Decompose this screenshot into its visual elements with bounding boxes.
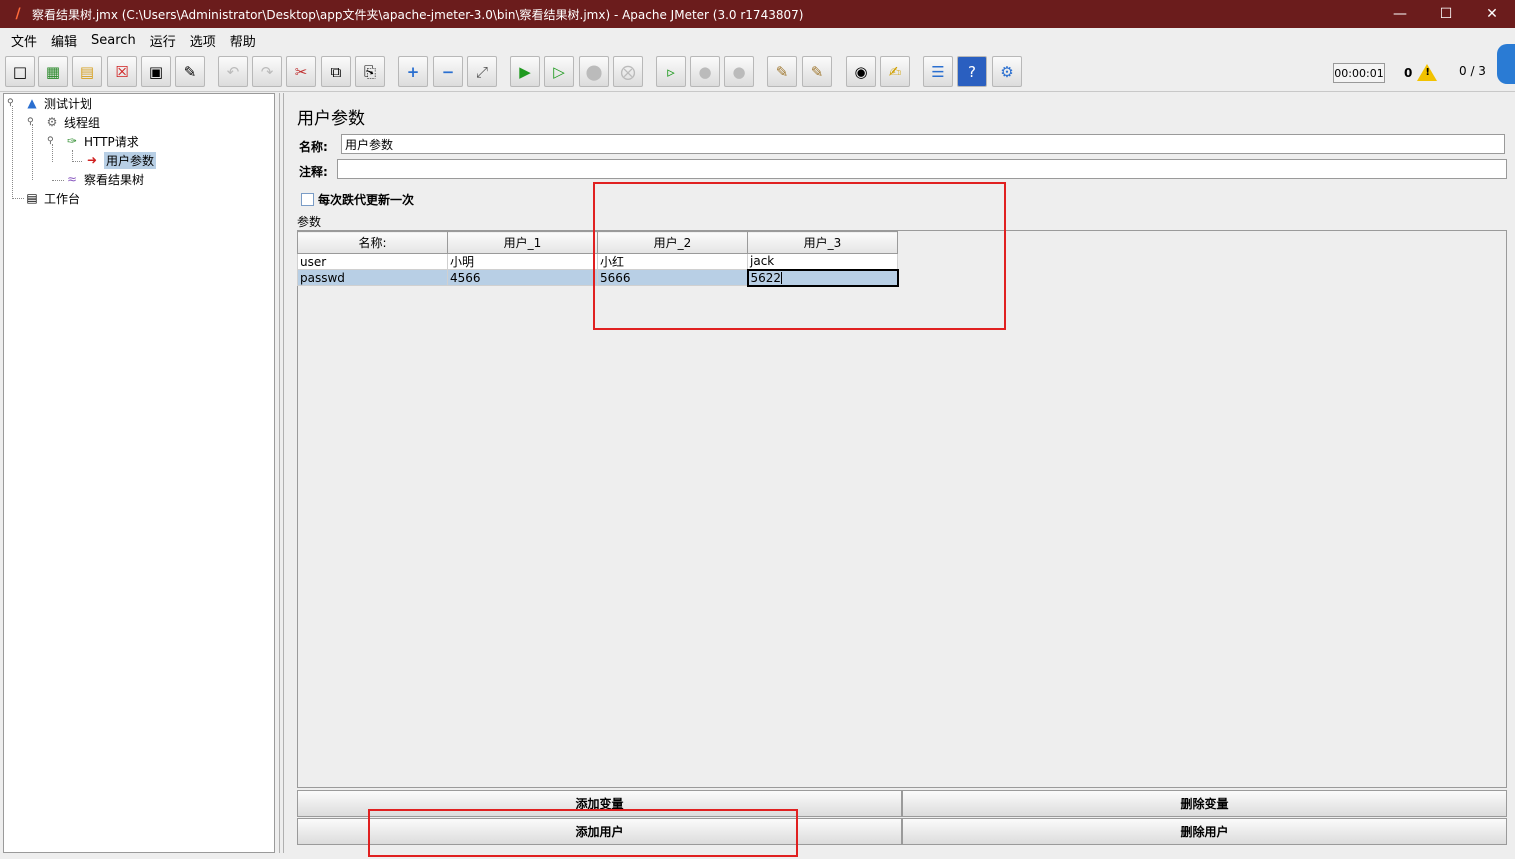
workbench-icon: ▤	[26, 191, 38, 205]
column-header-user-3[interactable]: 用户_3	[747, 231, 898, 254]
save-icon[interactable]: ▣	[141, 56, 171, 87]
toolbar: □ ▦ ▤ ☒ ▣ ✎ ↶ ↷ ✂ ⧉ ⎘ + − ⤢ ▶ ▷ ⬤ ⨂ ▹ ● …	[0, 52, 1515, 92]
function-helper-icon[interactable]: ☰	[923, 56, 953, 87]
clear-icon[interactable]: ✎	[767, 56, 797, 87]
window-title: 察看结果树.jmx (C:\Users\Administrator\Deskto…	[32, 7, 804, 22]
clear-all-icon[interactable]: ✎	[802, 56, 832, 87]
active-threads: 0 / 3	[1459, 64, 1486, 78]
name-field[interactable]: 用户参数	[341, 134, 1505, 154]
close-button[interactable]: ✕	[1469, 0, 1515, 28]
templates-icon[interactable]: ▦	[38, 56, 68, 87]
delete-user-button[interactable]: 删除用户	[902, 818, 1507, 845]
table-cell[interactable]: 4566	[447, 269, 598, 286]
update-once-per-iteration-checkbox[interactable]	[301, 193, 314, 206]
collapse-icon[interactable]: −	[433, 56, 463, 87]
table-cell[interactable]: 小红	[597, 253, 748, 270]
start-icon[interactable]: ▶	[510, 56, 540, 87]
delete-variable-button[interactable]: 删除变量	[902, 790, 1507, 817]
table-cell[interactable]: 小明	[447, 253, 598, 270]
parameters-table-area	[297, 230, 1507, 788]
menu-help[interactable]: 帮助	[223, 31, 263, 50]
name-label: 名称:	[299, 140, 328, 154]
preprocessor-icon: ➜	[86, 153, 98, 167]
paste-icon[interactable]: ⎘	[355, 56, 385, 87]
table-cell[interactable]: user	[297, 253, 448, 270]
reset-search-broom-icon[interactable]: ✍	[880, 56, 910, 87]
column-header-user-1[interactable]: 用户_1	[447, 231, 598, 254]
save-as-icon[interactable]: ✎	[175, 56, 205, 87]
tree-node-test-plan[interactable]: ▲ 测试计划	[24, 94, 92, 112]
tree-node-thread-group[interactable]: ⚙ 线程组	[44, 113, 100, 131]
title-bar: / 察看结果树.jmx (C:\Users\Administrator\Desk…	[0, 0, 1515, 28]
redo-icon[interactable]: ↷	[252, 56, 282, 87]
copy-icon[interactable]: ⧉	[321, 56, 351, 87]
warning-icon: !	[1417, 64, 1438, 81]
remote-stop-icon[interactable]: ●	[690, 56, 720, 87]
menu-search[interactable]: Search	[84, 33, 143, 48]
remote-shutdown-icon[interactable]: ●	[724, 56, 754, 87]
table-cell[interactable]: jack	[747, 253, 898, 270]
pane-splitter[interactable]	[279, 93, 284, 853]
expand-icon[interactable]: +	[398, 56, 428, 87]
remote-start-icon[interactable]: ▹	[656, 56, 686, 87]
parameters-table: 名称: 用户_1 用户_2 用户_3 user 小明 小红 jack passw…	[297, 231, 899, 287]
update-once-per-iteration-label: 每次跌代更新一次	[318, 193, 415, 207]
menu-edit[interactable]: 编辑	[44, 31, 84, 50]
tree-node-view-results-tree[interactable]: ≈ 察看结果树	[64, 170, 144, 188]
test-tree	[3, 93, 275, 853]
side-assistant-icon[interactable]	[1497, 44, 1515, 84]
editor-text: 5622	[750, 270, 782, 285]
menu-file[interactable]: 文件	[4, 31, 44, 50]
listener-chart-icon: ≈	[66, 172, 78, 186]
search-binoculars-icon[interactable]: ◉	[846, 56, 876, 87]
toggle-icon[interactable]: ⤢	[467, 56, 497, 87]
minimize-button[interactable]: —	[1377, 0, 1423, 28]
error-counter[interactable]: 0 !	[1404, 64, 1438, 81]
gear-icon: ⚙	[46, 115, 58, 129]
tree-node-http-request[interactable]: ✑ HTTP请求	[64, 132, 139, 150]
menu-run[interactable]: 运行	[143, 31, 183, 50]
text-caret	[781, 272, 783, 284]
elapsed-timer: 00:00:01	[1333, 63, 1385, 83]
new-icon[interactable]: □	[5, 56, 35, 87]
parameters-label: 参数	[297, 215, 322, 229]
table-cell[interactable]: passwd	[297, 269, 448, 286]
tree-node-workbench[interactable]: ▤ 工作台	[24, 189, 80, 207]
error-count: 0	[1404, 65, 1413, 80]
pipette-icon: ✑	[66, 134, 78, 148]
stop-icon[interactable]: ⬤	[579, 56, 609, 87]
menu-bar: 文件 编辑 Search 运行 选项 帮助	[0, 28, 1515, 52]
table-cell[interactable]: 5666	[597, 269, 748, 286]
panel-title: 用户参数	[297, 109, 365, 129]
column-header-name[interactable]: 名称:	[297, 231, 448, 254]
comment-field[interactable]	[337, 159, 1507, 179]
table-cell-editor[interactable]: 5622	[746, 268, 899, 287]
menu-options[interactable]: 选项	[183, 31, 223, 50]
add-variable-button[interactable]: 添加变量	[297, 790, 902, 817]
help-icon[interactable]: ?	[957, 56, 987, 87]
tree-node-user-parameters[interactable]: ➜ 用户参数	[84, 151, 157, 169]
table-row[interactable]: passwd 4566 5666 5622	[297, 268, 899, 287]
undo-icon[interactable]: ↶	[218, 56, 248, 87]
jmeter-feather-icon: /	[15, 6, 21, 22]
cut-icon[interactable]: ✂	[286, 56, 316, 87]
shutdown-icon[interactable]: ⨂	[613, 56, 643, 87]
column-header-user-2[interactable]: 用户_2	[597, 231, 748, 254]
maximize-button[interactable]: ☐	[1423, 0, 1469, 28]
test-plan-icon: ▲	[27, 96, 37, 110]
close-file-icon[interactable]: ☒	[107, 56, 137, 87]
table-row[interactable]: user 小明 小红 jack	[297, 253, 898, 270]
logger-icon[interactable]: ⚙	[992, 56, 1022, 87]
open-folder-icon[interactable]: ▤	[72, 56, 102, 87]
add-user-button[interactable]: 添加用户	[297, 818, 902, 845]
start-no-pause-icon[interactable]: ▷	[544, 56, 574, 87]
comment-label: 注释:	[299, 165, 328, 179]
